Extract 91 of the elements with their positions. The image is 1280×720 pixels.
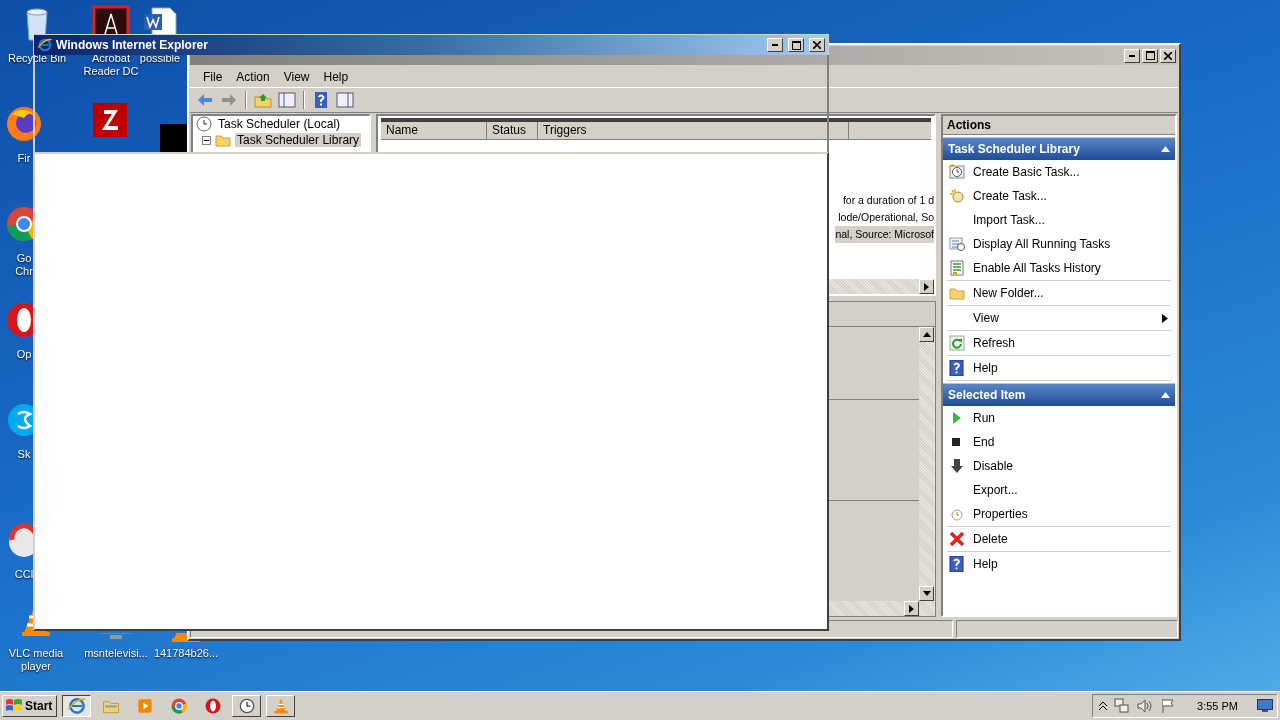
table-cell[interactable]: lode/Operational, So: [838, 209, 934, 226]
ie-icon: [37, 37, 53, 53]
properties-icon: [949, 506, 965, 522]
action-link[interactable]: Refresh: [973, 336, 1016, 350]
start-button[interactable]: Start: [2, 695, 58, 717]
action-link[interactable]: Help: [973, 557, 998, 571]
action-link[interactable]: View: [973, 311, 999, 325]
icon-label[interactable]: Go Chr: [15, 252, 33, 278]
volume-icon[interactable]: [1137, 698, 1154, 714]
menu-item[interactable]: View: [276, 67, 317, 86]
action-link[interactable]: End: [973, 435, 995, 449]
windows-logo-icon: [5, 698, 23, 714]
close-button[interactable]: [1160, 48, 1176, 63]
table-cell[interactable]: nal, Source: Microsof: [835, 226, 934, 243]
icon-label[interactable]: possible: [139, 52, 181, 65]
up-arrow-icon: [922, 332, 931, 337]
filezilla-icon: [90, 100, 130, 140]
icon-label[interactable]: Sk: [17, 448, 31, 461]
collapse-icon[interactable]: [202, 135, 211, 145]
scroll-up-button[interactable]: [919, 327, 934, 342]
right-arrow-icon: [924, 282, 929, 291]
maximize-icon: [1145, 51, 1155, 60]
network-icon[interactable]: [1114, 698, 1131, 714]
action-link[interactable]: Delete: [973, 532, 1008, 546]
create-task-icon: [949, 188, 965, 204]
icon-label[interactable]: Fir: [17, 152, 31, 165]
action-link[interactable]: Display All Running Tasks: [973, 237, 1111, 251]
action-pane-button[interactable]: [334, 90, 356, 110]
folder-icon: [215, 132, 231, 148]
menu-item[interactable]: Action: [229, 67, 277, 86]
icon-label[interactable]: Op: [16, 348, 32, 361]
column-header[interactable]: Status: [487, 122, 538, 139]
action-link[interactable]: Import Task...: [973, 213, 1045, 227]
icon-label[interactable]: CCl: [14, 568, 34, 581]
action-link[interactable]: Help: [973, 361, 998, 375]
icon-label[interactable]: 141784b26...: [153, 647, 219, 660]
action-link[interactable]: Create Basic Task...: [973, 165, 1080, 179]
maximize-button[interactable]: [788, 38, 804, 52]
show-desktop-icon[interactable]: [1257, 699, 1273, 713]
panel-title: Actions: [943, 116, 1175, 135]
section-title: Selected Item: [948, 388, 1026, 402]
right-arrow-icon: [909, 604, 914, 613]
window-title: Windows Internet Explorer: [56, 38, 209, 52]
section-header[interactable]: Task Scheduler Library: [943, 137, 1175, 160]
minimize-icon: [1129, 54, 1135, 57]
scroll-down-button[interactable]: [919, 586, 934, 601]
close-icon: [1164, 51, 1172, 60]
action-link[interactable]: Run: [973, 411, 995, 425]
taskbar-button[interactable]: [62, 695, 92, 717]
action-link[interactable]: Enable All Tasks History: [973, 261, 1101, 275]
action-link[interactable]: Properties: [973, 507, 1028, 521]
basic-task-icon: [949, 164, 965, 180]
column-header[interactable]: Triggers: [538, 122, 849, 139]
help-icon: [949, 360, 965, 376]
section-title: Task Scheduler Library: [948, 142, 1080, 156]
disable-icon: [949, 458, 965, 474]
minimize-button[interactable]: [1124, 48, 1140, 63]
action-link[interactable]: Export...: [973, 483, 1018, 497]
refresh-icon: [949, 335, 965, 351]
show-pane-button[interactable]: [276, 90, 298, 110]
tree-item[interactable]: Task Scheduler (Local): [216, 117, 343, 131]
table-cell[interactable]: for a duration of 1 d: [842, 192, 934, 209]
section-header[interactable]: Selected Item: [943, 383, 1175, 406]
menu-item[interactable]: File: [196, 67, 230, 86]
action-link[interactable]: New Folder...: [973, 286, 1044, 300]
help-icon: [949, 556, 965, 572]
menu-item[interactable]: Help: [316, 67, 356, 86]
minimize-button[interactable]: [767, 38, 783, 52]
action-link[interactable]: Disable: [973, 459, 1014, 473]
column-header[interactable]: Name: [381, 122, 487, 139]
ie-icon: [66, 696, 87, 716]
flag-icon[interactable]: [1160, 698, 1177, 714]
close-icon: [813, 41, 821, 49]
folder-icon: [949, 285, 965, 301]
icon-label[interactable]: msntelevisi...: [84, 647, 148, 660]
show-hidden-icon[interactable]: [1099, 702, 1108, 710]
clock[interactable]: 3:55 PM: [1183, 700, 1250, 712]
scroll-right-button[interactable]: [919, 279, 934, 294]
running-icon: [949, 236, 965, 252]
icon-label[interactable]: VLC media player: [4, 647, 68, 673]
action-link[interactable]: Create Task...: [973, 189, 1047, 203]
history-icon: [949, 260, 965, 276]
delete-icon: [949, 531, 965, 547]
maximize-icon: [791, 40, 801, 50]
firefox-icon: [4, 104, 44, 144]
scroll-right-button[interactable]: [904, 601, 919, 616]
vertical-scrollbar[interactable]: [919, 327, 935, 601]
down-arrow-icon: [922, 591, 931, 596]
tree-item[interactable]: Task Scheduler Library: [235, 133, 362, 147]
maximize-button[interactable]: [1142, 48, 1158, 63]
close-button[interactable]: [809, 38, 825, 52]
